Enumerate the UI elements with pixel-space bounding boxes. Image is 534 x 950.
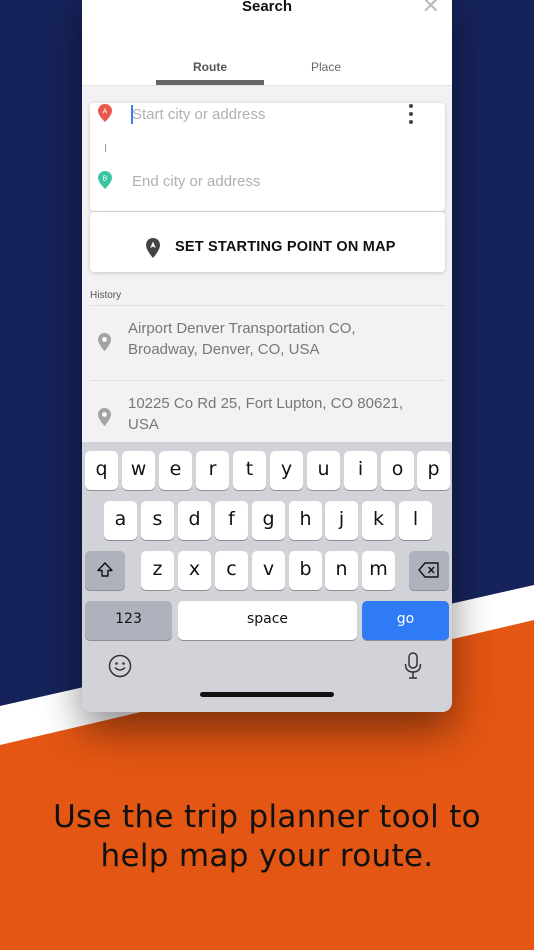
end-marker-letter: B <box>103 176 108 183</box>
key-k[interactable]: k <box>362 501 395 540</box>
start-address-input[interactable]: Start city or address <box>132 106 265 123</box>
more-vertical-icon[interactable] <box>408 104 414 126</box>
key-t[interactable]: t <box>233 451 266 490</box>
page-title: Search <box>241 0 293 15</box>
on-screen-keyboard: q w e r t y u i o p a s d f g h j k l z … <box>82 442 452 712</box>
promo-caption: Use the trip planner tool to help map yo… <box>0 798 534 876</box>
key-w[interactable]: w <box>122 451 155 490</box>
key-n[interactable]: n <box>325 551 358 590</box>
shift-icon <box>97 562 113 577</box>
caption-line-1: Use the trip planner tool to <box>53 799 481 835</box>
key-a[interactable]: a <box>104 501 137 540</box>
set-start-on-map-label: SET STARTING POINT ON MAP <box>175 239 396 255</box>
history-address-line2: USA <box>128 416 159 433</box>
key-g[interactable]: g <box>252 501 285 540</box>
history-item-address: Airport Denver Transportation CO, Broadw… <box>128 318 428 360</box>
history-list: Airport Denver Transportation CO, Broadw… <box>90 305 445 455</box>
backspace-icon <box>418 562 439 578</box>
history-address-line1: 10225 Co Rd 25, Fort Lupton, CO 80621, <box>128 395 404 412</box>
end-address-input[interactable]: End city or address <box>132 173 260 190</box>
key-l[interactable]: l <box>399 501 432 540</box>
key-d[interactable]: d <box>178 501 211 540</box>
key-s[interactable]: s <box>141 501 174 540</box>
key-x[interactable]: x <box>178 551 211 590</box>
key-y[interactable]: y <box>270 451 303 490</box>
space-key[interactable]: space <box>178 601 357 640</box>
close-icon[interactable]: ✕ <box>422 0 440 17</box>
emoji-icon[interactable] <box>108 654 132 678</box>
key-o[interactable]: o <box>381 451 414 490</box>
microphone-icon[interactable] <box>404 652 422 680</box>
key-c[interactable]: c <box>215 551 248 590</box>
search-header: Search ✕ Route Place <box>82 0 452 86</box>
caption-line-2: help map your route. <box>100 838 434 874</box>
numbers-key[interactable]: 123 <box>85 601 172 640</box>
key-j[interactable]: j <box>325 501 358 540</box>
key-e[interactable]: e <box>159 451 192 490</box>
key-f[interactable]: f <box>215 501 248 540</box>
home-indicator <box>200 692 334 697</box>
key-i[interactable]: i <box>344 451 377 490</box>
history-item-address: 10225 Co Rd 25, Fort Lupton, CO 80621, U… <box>128 393 428 435</box>
key-m[interactable]: m <box>362 551 395 590</box>
history-address-line1: Airport Denver Transportation CO, <box>128 320 356 337</box>
tab-route[interactable]: Route <box>156 60 264 74</box>
history-heading: History <box>90 290 122 301</box>
start-marker-icon: A <box>98 104 112 122</box>
key-r[interactable]: r <box>196 451 229 490</box>
key-u[interactable]: u <box>307 451 340 490</box>
phone-screen: Search ✕ Route Place A B Start city or a… <box>82 0 452 712</box>
key-b[interactable]: b <box>289 551 322 590</box>
key-v[interactable]: v <box>252 551 285 590</box>
location-pin-icon <box>98 408 111 426</box>
history-item[interactable]: Airport Denver Transportation CO, Broadw… <box>90 305 445 380</box>
shift-key[interactable] <box>85 551 125 590</box>
tab-place[interactable]: Place <box>272 60 380 74</box>
active-tab-indicator <box>156 80 264 85</box>
location-pin-icon <box>98 333 111 351</box>
end-marker-icon: B <box>98 171 112 189</box>
route-connector <box>105 144 106 152</box>
key-p[interactable]: p <box>417 451 450 490</box>
start-marker-letter: A <box>103 109 108 116</box>
key-z[interactable]: z <box>141 551 174 590</box>
go-key[interactable]: go <box>362 601 449 640</box>
history-address-line2: Broadway, Denver, CO, USA <box>128 341 320 358</box>
backspace-key[interactable] <box>409 551 449 590</box>
map-pin-icon <box>146 238 160 258</box>
key-q[interactable]: q <box>85 451 118 490</box>
key-h[interactable]: h <box>289 501 322 540</box>
